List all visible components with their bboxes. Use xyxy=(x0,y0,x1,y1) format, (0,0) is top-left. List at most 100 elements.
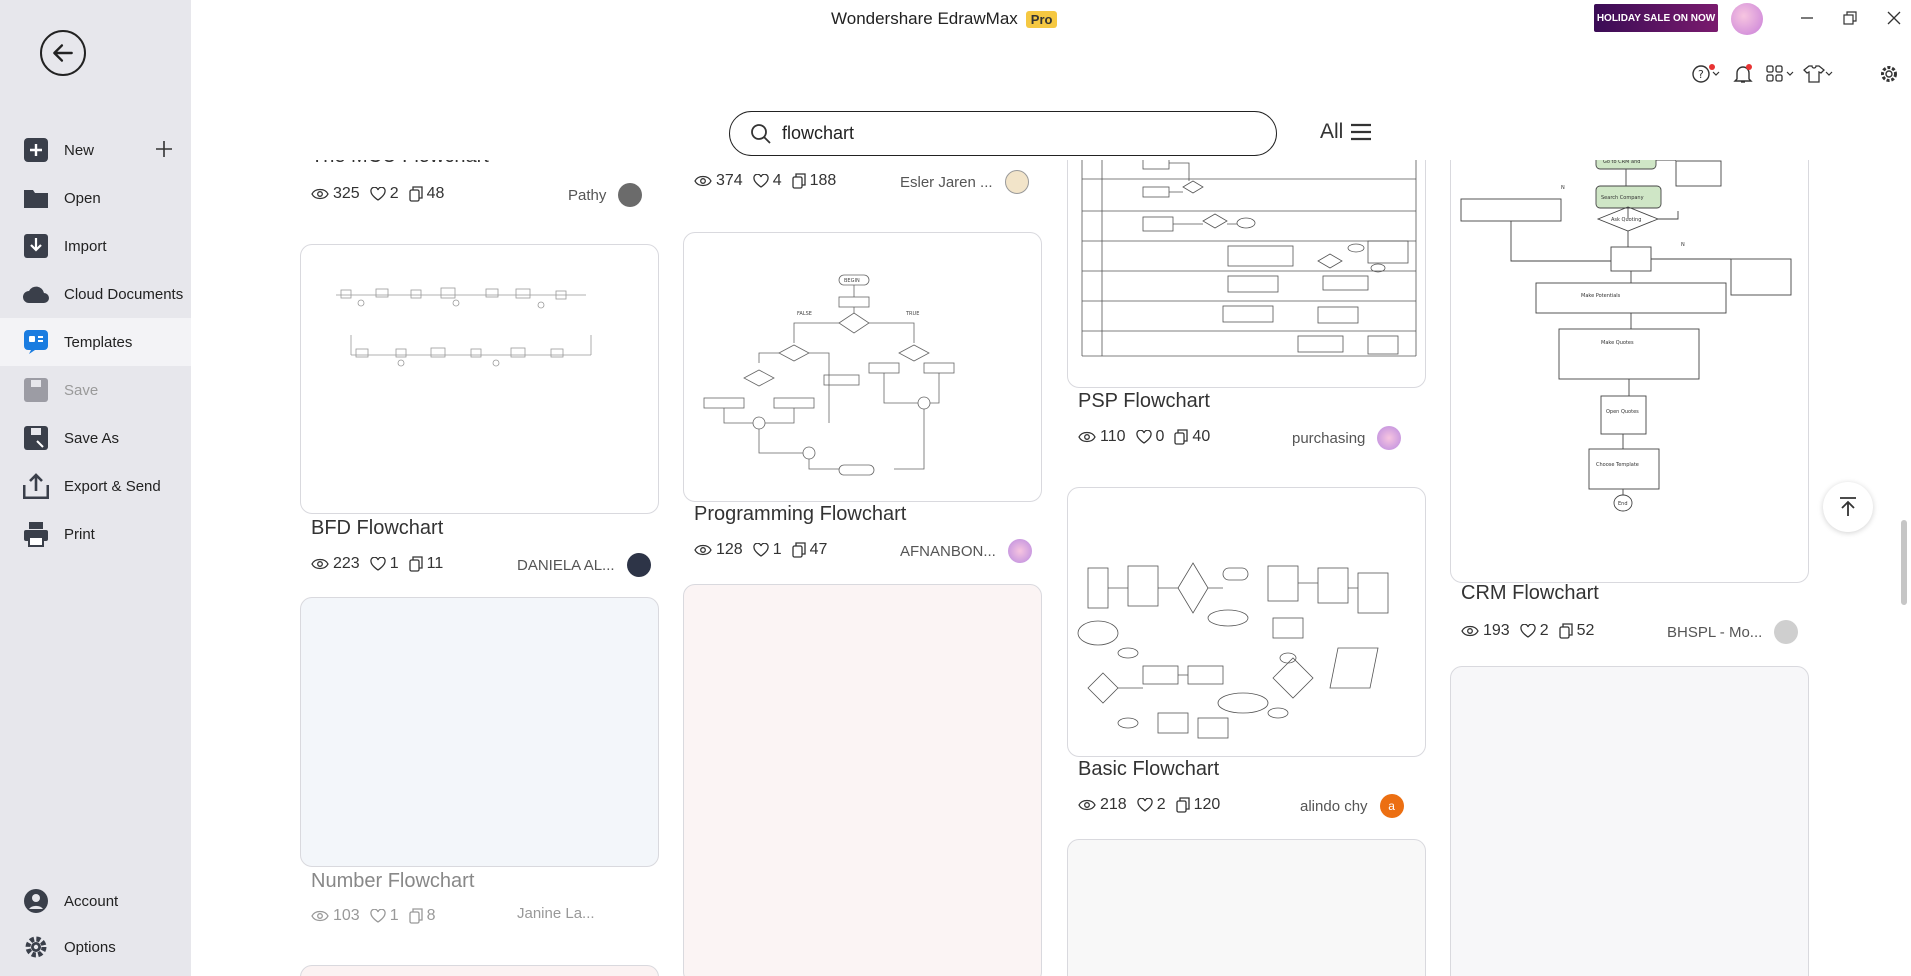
copy-icon xyxy=(1558,623,1573,639)
card-author[interactable]: alindo chy a xyxy=(1300,794,1404,818)
template-grid: The MCU Flowchart 325 2 48 Pathy BFD Flo… xyxy=(191,160,1911,976)
author-avatar xyxy=(626,553,651,577)
sidebar-item-open[interactable]: Open xyxy=(0,174,191,222)
sidebar-item-new[interactable]: New xyxy=(0,126,191,174)
sidebar-item-options[interactable]: Options xyxy=(0,924,191,970)
template-thumbnail-basic[interactable] xyxy=(1067,487,1426,757)
card-title[interactable]: Number Flowchart xyxy=(311,870,474,893)
author-name: AFNANBON... xyxy=(900,542,996,560)
template-thumbnail-bfd[interactable] xyxy=(300,244,659,514)
sidebar-item-print[interactable]: Print xyxy=(0,510,191,558)
copy-icon xyxy=(791,542,806,558)
notifications-button[interactable] xyxy=(1728,62,1758,86)
template-thumbnail-number[interactable] xyxy=(300,597,659,867)
sidebar-item-label: Save As xyxy=(64,429,120,447)
template-thumbnail-crm[interactable]: Go to CRM and Search Company Ask Quoting M… xyxy=(1450,160,1809,583)
card-title[interactable]: Programming Flowchart xyxy=(694,503,906,526)
template-thumbnail-programming[interactable]: BEGIN FALSE TRUE xyxy=(683,232,1042,502)
sidebar-item-label: New xyxy=(64,141,95,159)
template-thumbnail-partial[interactable] xyxy=(683,584,1042,976)
template-thumbnail-partial[interactable] xyxy=(1067,839,1426,976)
eye-icon xyxy=(1078,431,1096,443)
author-name: alindo chy xyxy=(1300,797,1368,815)
card-author[interactable]: Esler Jaren ... xyxy=(900,170,1029,194)
restore-icon xyxy=(1843,11,1857,25)
card-author[interactable]: AFNANBON... xyxy=(900,539,1032,563)
sidebar-item-cloud-documents[interactable]: Cloud Documents xyxy=(0,270,191,318)
template-thumbnail-psp[interactable] xyxy=(1067,160,1426,388)
close-button[interactable] xyxy=(1881,6,1907,30)
apps-button[interactable] xyxy=(1765,62,1795,86)
svg-text:Make Quotes: Make Quotes xyxy=(1601,340,1634,346)
back-button[interactable] xyxy=(40,30,86,76)
like-count: 1 xyxy=(772,541,782,558)
template-thumbnail-partial[interactable] xyxy=(300,965,659,976)
svg-text:Make Potentials: Make Potentials xyxy=(1581,293,1621,299)
author-avatar xyxy=(1004,170,1029,194)
card-title[interactable]: Basic Flowchart xyxy=(1078,758,1219,781)
sidebar-item-account[interactable]: Account xyxy=(0,878,191,924)
copy-icon xyxy=(408,908,423,924)
like-count: 1 xyxy=(389,555,399,572)
sidebar-item-export-send[interactable]: Export & Send xyxy=(0,462,191,510)
sidebar-nav: New Open Import Cloud Documents Template… xyxy=(0,126,191,558)
category-filter[interactable]: All xyxy=(1320,120,1373,144)
author-avatar xyxy=(1774,620,1799,644)
sidebar-item-label: Save xyxy=(64,381,99,399)
sidebar-item-import[interactable]: Import xyxy=(0,222,191,270)
copy-icon xyxy=(408,556,423,572)
restore-button[interactable] xyxy=(1837,6,1863,30)
card-author[interactable]: Janine La... xyxy=(517,905,595,922)
header-toolbar: ? xyxy=(191,60,1911,90)
sidebar-item-label: Options xyxy=(64,938,116,956)
sidebar-item-label: Templates xyxy=(64,333,133,351)
search-bar[interactable] xyxy=(729,111,1277,156)
user-icon xyxy=(22,887,50,915)
copy-icon xyxy=(408,186,423,202)
theme-button[interactable] xyxy=(1803,62,1833,86)
settings-button[interactable] xyxy=(1874,62,1904,86)
svg-text:Search Company: Search Company xyxy=(1601,195,1644,201)
card-author[interactable]: Pathy xyxy=(568,183,643,207)
view-count: 128 xyxy=(716,541,743,558)
copy-count: 8 xyxy=(426,907,436,924)
card-author[interactable]: BHSPL - Mo... xyxy=(1667,620,1799,644)
sidebar-item-save-as[interactable]: Save As xyxy=(0,414,191,462)
user-avatar[interactable] xyxy=(1731,3,1763,35)
card-title[interactable]: BFD Flowchart xyxy=(311,517,443,540)
card-stats: 325 2 48 xyxy=(311,185,454,203)
plus-icon[interactable] xyxy=(153,138,175,160)
export-icon xyxy=(22,472,50,500)
help-icon: ? xyxy=(1692,65,1720,83)
copy-count: 188 xyxy=(809,172,837,189)
help-button[interactable]: ? xyxy=(1691,62,1721,86)
copy-count: 11 xyxy=(426,555,444,572)
import-icon xyxy=(22,232,50,260)
sidebar-item-save[interactable]: Save xyxy=(0,366,191,414)
minimize-button[interactable] xyxy=(1794,6,1820,30)
holiday-sale-banner[interactable]: HOLIDAY SALE ON NOW xyxy=(1594,4,1718,32)
card-title[interactable]: The MCU Flowchart xyxy=(311,160,489,168)
heart-icon xyxy=(1135,430,1152,444)
sidebar-item-templates[interactable]: Templates xyxy=(0,318,191,366)
eye-icon xyxy=(311,188,329,200)
card-title[interactable]: PSP Flowchart xyxy=(1078,390,1210,413)
search-input[interactable] xyxy=(782,123,1242,144)
card-author[interactable]: DANIELA AL... xyxy=(517,553,651,577)
sidebar-item-label: Open xyxy=(64,189,101,207)
notification-dot xyxy=(1709,64,1715,70)
svg-text:N: N xyxy=(1561,185,1565,191)
card-stats: 193 2 52 xyxy=(1461,622,1604,640)
pro-badge: Pro xyxy=(1025,10,1058,28)
card-title[interactable]: CRM Flowchart xyxy=(1461,582,1599,605)
author-name: purchasing xyxy=(1292,429,1366,447)
save-icon xyxy=(22,376,50,404)
card-author[interactable]: purchasing xyxy=(1292,426,1402,450)
copy-icon xyxy=(791,173,806,189)
template-thumbnail-partial[interactable] xyxy=(1450,666,1809,976)
scrollbar-thumb[interactable] xyxy=(1901,520,1907,605)
svg-text:BEGIN: BEGIN xyxy=(844,278,860,284)
flowchart-preview: Go to CRM and Search Company Ask Quoting M… xyxy=(1460,160,1792,512)
scroll-to-top-button[interactable] xyxy=(1823,482,1873,532)
flowchart-preview xyxy=(336,287,592,367)
